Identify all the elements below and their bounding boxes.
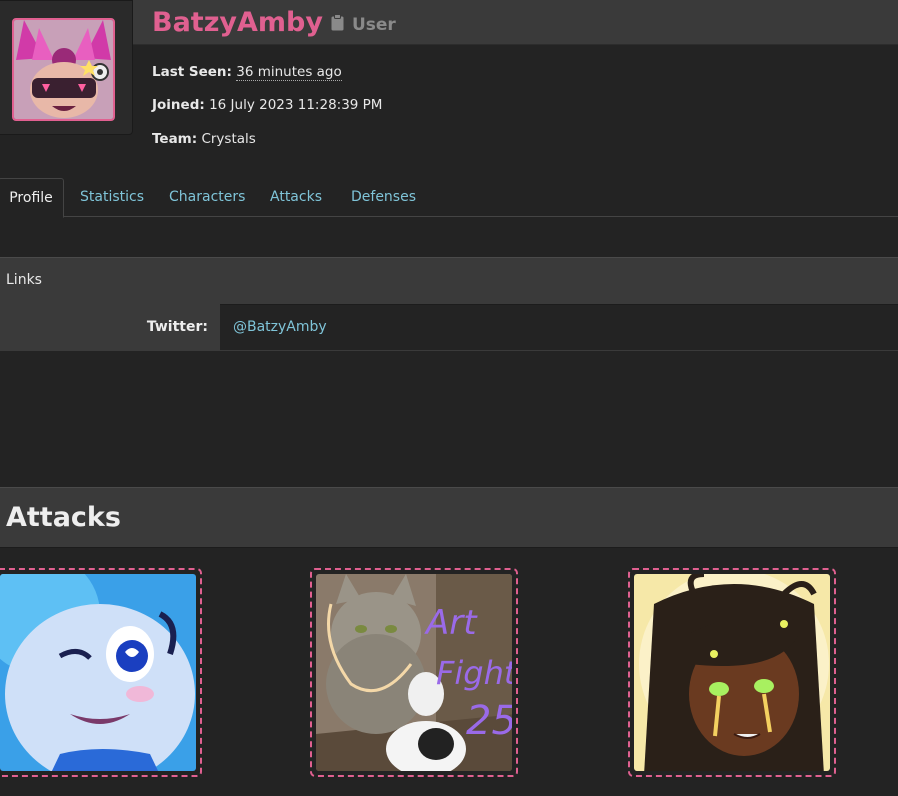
svg-text:25: 25	[466, 698, 512, 744]
joined-label: Joined:	[152, 97, 205, 113]
tab-profile[interactable]: Profile	[0, 178, 64, 218]
team-label: Team:	[152, 131, 198, 147]
twitter-link[interactable]: @BatzyAmby	[233, 319, 327, 335]
attacks-title: Attacks	[6, 502, 121, 533]
links-label-cell: Twitter:	[0, 304, 220, 350]
joined-row: Joined: 16 July 2023 11:28:39 PM	[152, 97, 382, 113]
tab-defenses[interactable]: Defenses	[351, 178, 416, 216]
attack-thumbnail-3[interactable]	[628, 568, 836, 777]
attack-thumbnail-2[interactable]: Art Fight 25	[310, 568, 518, 777]
tab-characters[interactable]: Characters	[169, 178, 245, 216]
links-title: Links	[6, 272, 42, 288]
profile-tabs: Profile Statistics Characters Attacks De…	[0, 178, 898, 218]
attacks-section-header: Attacks	[0, 487, 898, 548]
joined-value: 16 July 2023 11:28:39 PM	[209, 97, 383, 113]
username[interactable]: BatzyAmby	[152, 7, 323, 38]
team-row: Team: Crystals	[152, 131, 256, 147]
attack-image-3	[634, 574, 830, 771]
user-role: User	[351, 15, 396, 35]
tab-statistics[interactable]: Statistics	[80, 178, 144, 216]
attack-image-1	[0, 574, 196, 771]
attack-image-2: Art Fight 25	[316, 574, 512, 771]
twitter-label: Twitter:	[146, 319, 208, 335]
last-seen-row: Last Seen: 36 minutes ago	[152, 64, 342, 81]
avatar-container	[0, 0, 133, 135]
last-seen-value[interactable]: 36 minutes ago	[236, 64, 342, 81]
last-seen-label: Last Seen:	[152, 64, 232, 80]
profile-header-band	[0, 0, 898, 45]
links-row-twitter: Twitter: @BatzyAmby	[0, 304, 898, 351]
svg-text:Art: Art	[424, 603, 478, 643]
links-section-header: Links	[0, 257, 898, 305]
avatar[interactable]	[12, 18, 115, 121]
clipboard-icon	[331, 13, 344, 30]
team-value: Crystals	[201, 131, 256, 147]
svg-text:Fight: Fight	[436, 654, 512, 692]
attack-thumbnail-1[interactable]	[0, 568, 202, 777]
tab-attacks[interactable]: Attacks	[270, 178, 322, 216]
username-row: BatzyAmby User	[152, 2, 396, 42]
